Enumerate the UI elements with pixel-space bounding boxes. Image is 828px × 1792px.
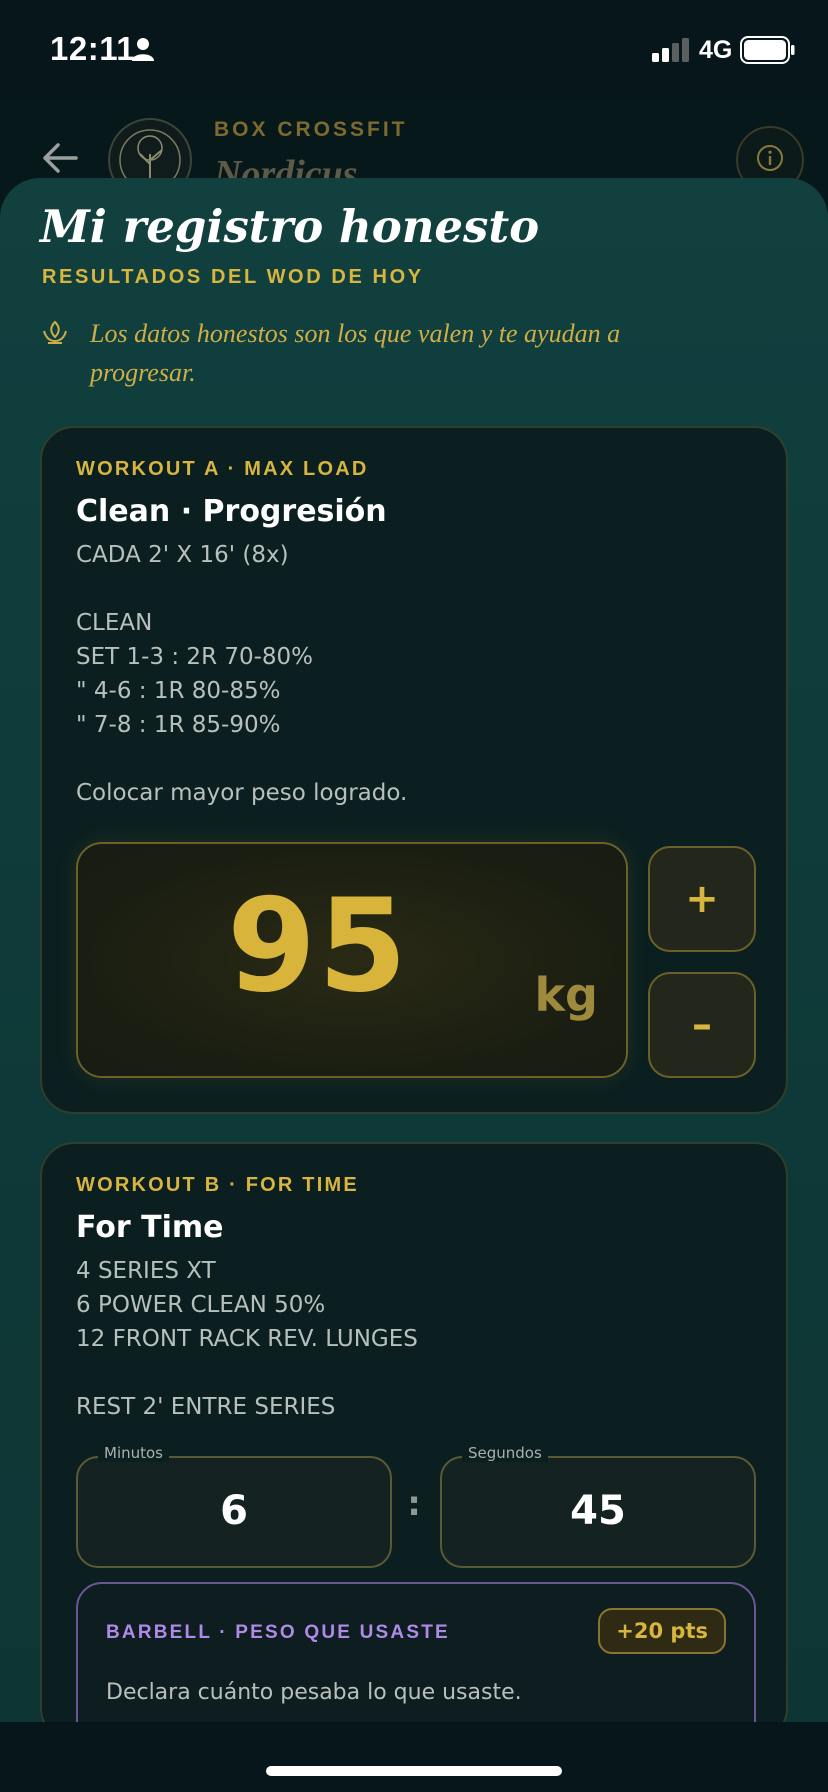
decrement-weight-button[interactable]: – — [648, 972, 756, 1078]
description-line: CLEAN — [76, 610, 153, 636]
seconds-input[interactable]: Segundos 45 — [440, 1444, 756, 1568]
workout-a-description: CADA 2' X 16' (8x) CLEAN SET 1-3 : 2R 70… — [76, 538, 407, 810]
increment-weight-button[interactable]: + — [648, 846, 756, 952]
status-bar: 12:11 4G — [0, 0, 828, 100]
workout-b-card: WORKOUT B · FOR TIME For Time 4 SERIES X… — [40, 1142, 788, 1723]
weight-unit: kg — [534, 968, 598, 1022]
workout-a-title: Clean · Progresión — [76, 494, 387, 529]
sheet-subtitle: RESULTADOS DEL WOD DE HOY — [42, 266, 424, 288]
home-indicator[interactable] — [266, 1766, 562, 1776]
battery-icon — [740, 36, 796, 68]
description-line: Colocar mayor peso logrado. — [76, 780, 408, 806]
description-line: " 7-8 : 1R 85-90% — [76, 712, 281, 738]
status-time: 12:11 — [50, 30, 136, 67]
signal-icon — [652, 38, 692, 66]
leaf-icon — [40, 318, 70, 352]
weight-value: 95 — [226, 872, 410, 1021]
workout-a-card: WORKOUT A · MAX LOAD Clean · Progresión … — [40, 426, 788, 1114]
tip-text: Los datos honestos son los que valen y t… — [90, 319, 621, 387]
minutes-input[interactable]: Minutos 6 — [76, 1444, 392, 1568]
minutes-value: 6 — [220, 1488, 248, 1534]
seconds-value: 45 — [570, 1488, 626, 1534]
description-line — [76, 742, 407, 776]
person-icon — [130, 36, 156, 66]
description-line: " 4-6 : 1R 80-85% — [76, 678, 281, 704]
sheet-title: Mi registro honesto — [40, 200, 540, 253]
points-badge: +20 pts — [598, 1608, 726, 1654]
seconds-label: Segundos — [462, 1444, 548, 1462]
minutes-label: Minutos — [98, 1444, 169, 1462]
barbell-weight-card: BARBELL · PESO QUE USASTE +20 pts Declar… — [76, 1582, 756, 1723]
back-arrow-icon[interactable] — [40, 140, 80, 180]
workout-b-title: For Time — [76, 1210, 224, 1245]
description-line — [76, 572, 407, 606]
time-separator: : — [407, 1484, 421, 1524]
box-label: BOX CROSSFIT — [214, 118, 408, 141]
results-sheet: Mi registro honesto RESULTADOS DEL WOD D… — [0, 178, 828, 1723]
bottom-safe-area — [0, 1722, 828, 1792]
workout-b-description: 4 SERIES XT 6 POWER CLEAN 50% 12 FRONT R… — [76, 1254, 418, 1424]
info-icon — [755, 143, 785, 177]
description-line: SET 1-3 : 2R 70-80% — [76, 644, 314, 670]
network-label: 4G — [699, 36, 733, 64]
description-line — [76, 1356, 418, 1390]
description-line: CADA 2' X 16' (8x) — [76, 542, 289, 568]
barbell-description: Declara cuánto pesaba lo que usaste. — [106, 1680, 522, 1705]
description-line: REST 2' ENTRE SERIES — [76, 1394, 336, 1420]
barbell-kicker: BARBELL · PESO QUE USASTE — [106, 1622, 450, 1643]
description-line: 4 SERIES XT — [76, 1258, 216, 1284]
workout-b-kicker: WORKOUT B · FOR TIME — [76, 1174, 359, 1196]
description-line: 12 FRONT RACK REV. LUNGES — [76, 1326, 418, 1352]
workout-a-kicker: WORKOUT A · MAX LOAD — [76, 458, 369, 480]
weight-input[interactable]: 95 kg — [76, 842, 628, 1078]
description-line: 6 POWER CLEAN 50% — [76, 1292, 326, 1318]
